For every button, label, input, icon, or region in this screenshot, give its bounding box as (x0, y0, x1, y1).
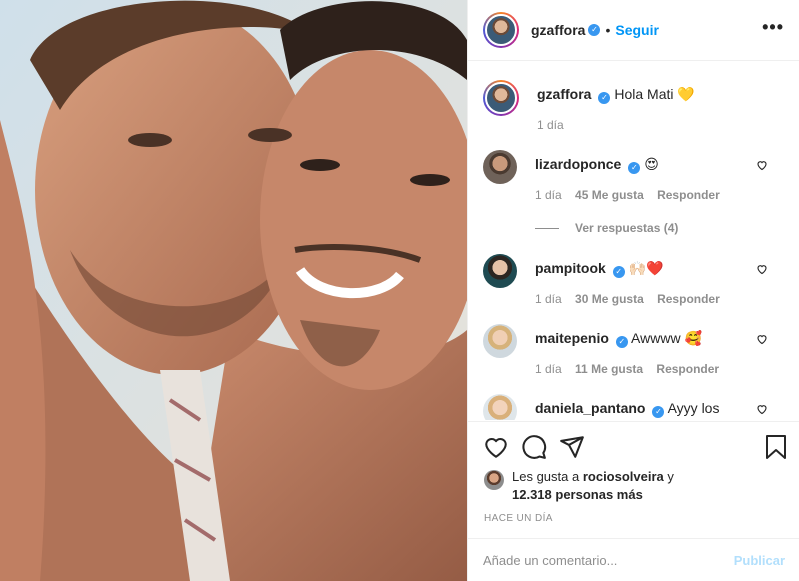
comment-like-heart-icon[interactable] (756, 333, 768, 345)
comment-likes[interactable]: 45 Me gusta (575, 188, 644, 202)
comment-avatar[interactable] (483, 254, 517, 288)
comment-like-heart-icon[interactable] (756, 263, 768, 275)
comment-text: Ayyy los (667, 400, 720, 416)
bookmark-icon[interactable] (765, 434, 787, 460)
comment-input[interactable] (483, 552, 734, 568)
comment-time[interactable]: 1 día (535, 292, 562, 306)
replies-divider (535, 227, 559, 229)
likes-mid: y (667, 469, 674, 484)
share-icon[interactable] (559, 434, 585, 460)
comment-item: daniela_pantano ✓ Ayyy los (483, 394, 788, 420)
comment-text: Awwww 🥰 (631, 330, 702, 346)
separator-dot: • (605, 22, 611, 38)
likes-prefix: Les gusta a (512, 469, 580, 484)
post-timestamp[interactable]: HACE UN DÍA (484, 513, 553, 524)
verified-badge-icon: ✓ (612, 266, 625, 278)
comment-meta: 1 día 30 Me gusta Responder (535, 292, 730, 306)
heart-icon[interactable] (483, 434, 509, 460)
comment-avatar[interactable] (483, 394, 517, 420)
author-username[interactable]: gzaffora (531, 22, 585, 38)
post-details-panel: gzaffora ✓ • Seguir ••• gzaffora ✓ Hola M… (467, 0, 799, 581)
comment-item: maitepenio ✓ Awwww 🥰 1 día 11 Me gusta Re… (483, 324, 788, 376)
verified-badge-icon: ✓ (588, 24, 601, 36)
comment-item: pampitook ✓ 🙌🏻❤️ 1 día 30 Me gusta Respon… (483, 254, 788, 306)
add-comment-bar: Publicar (468, 538, 799, 581)
post-photo[interactable] (0, 0, 467, 581)
comment-avatar[interactable] (483, 80, 519, 116)
post-header: gzaffora ✓ • Seguir ••• (468, 0, 799, 61)
more-options-icon[interactable]: ••• (762, 17, 784, 38)
comments-list: gzaffora ✓ Hola Mati 💛 1 día lizardoponce… (468, 61, 799, 420)
likes-summary: Les gusta a rociosolveira y 12.318 perso… (484, 468, 784, 504)
post-actions: Les gusta a rociosolveira y 12.318 perso… (468, 421, 799, 524)
comment-username[interactable]: maitepenio (535, 330, 609, 346)
verified-badge-icon: ✓ (628, 162, 641, 174)
comment-like-heart-icon[interactable] (756, 159, 768, 171)
comment-like-heart-icon[interactable] (756, 403, 768, 415)
comment-username[interactable]: gzaffora (537, 86, 591, 102)
comment-username[interactable]: lizardoponce (535, 156, 621, 172)
reply-button[interactable]: Responder (657, 188, 720, 202)
comment-username[interactable]: daniela_pantano (535, 400, 645, 416)
reply-button[interactable]: Responder (657, 292, 720, 306)
comment-icon[interactable] (521, 434, 547, 460)
action-icons (483, 434, 597, 460)
photo-illustration (0, 0, 467, 581)
reply-button[interactable]: Responder (656, 362, 719, 376)
liker-avatar[interactable] (484, 470, 504, 490)
comment-meta: 1 día 45 Me gusta Responder (535, 188, 730, 202)
publish-button[interactable]: Publicar (734, 553, 785, 568)
comment-meta: 1 día (537, 118, 695, 132)
comment-username[interactable]: pampitook (535, 260, 606, 276)
comment-text: 😍 (644, 156, 659, 172)
comment-likes[interactable]: 11 Me gusta (575, 362, 643, 376)
follow-button[interactable]: Seguir (615, 22, 659, 38)
comment-text: 🙌🏻❤️ (628, 260, 664, 276)
comment-time[interactable]: 1 día (537, 118, 564, 132)
author-avatar[interactable] (483, 12, 519, 48)
comment-item: lizardoponce ✓ 😍 1 día 45 Me gusta Respon… (483, 150, 788, 202)
comment-time[interactable]: 1 día (535, 188, 562, 202)
view-replies-button[interactable]: Ver respuestas (4) (535, 221, 678, 235)
verified-badge-icon: ✓ (615, 336, 628, 348)
caption-comment: gzaffora ✓ Hola Mati 💛 1 día (483, 80, 788, 132)
comment-avatar[interactable] (483, 150, 517, 184)
verified-badge-icon: ✓ (652, 406, 665, 418)
likes-text: Les gusta a rociosolveira y 12.318 perso… (512, 468, 674, 504)
author-name-row: gzaffora ✓ • Seguir (531, 22, 659, 38)
comment-meta: 1 día 11 Me gusta Responder (535, 362, 729, 376)
view-replies-label: Ver respuestas (4) (575, 221, 679, 235)
comment-time[interactable]: 1 día (535, 362, 562, 376)
liker-username[interactable]: rociosolveira (583, 469, 664, 484)
comment-avatar[interactable] (483, 324, 517, 358)
verified-badge-icon: ✓ (598, 92, 611, 104)
comment-likes[interactable]: 30 Me gusta (575, 292, 644, 306)
likes-count[interactable]: 12.318 personas más (512, 487, 643, 502)
comment-text: Hola Mati 💛 (614, 86, 695, 102)
